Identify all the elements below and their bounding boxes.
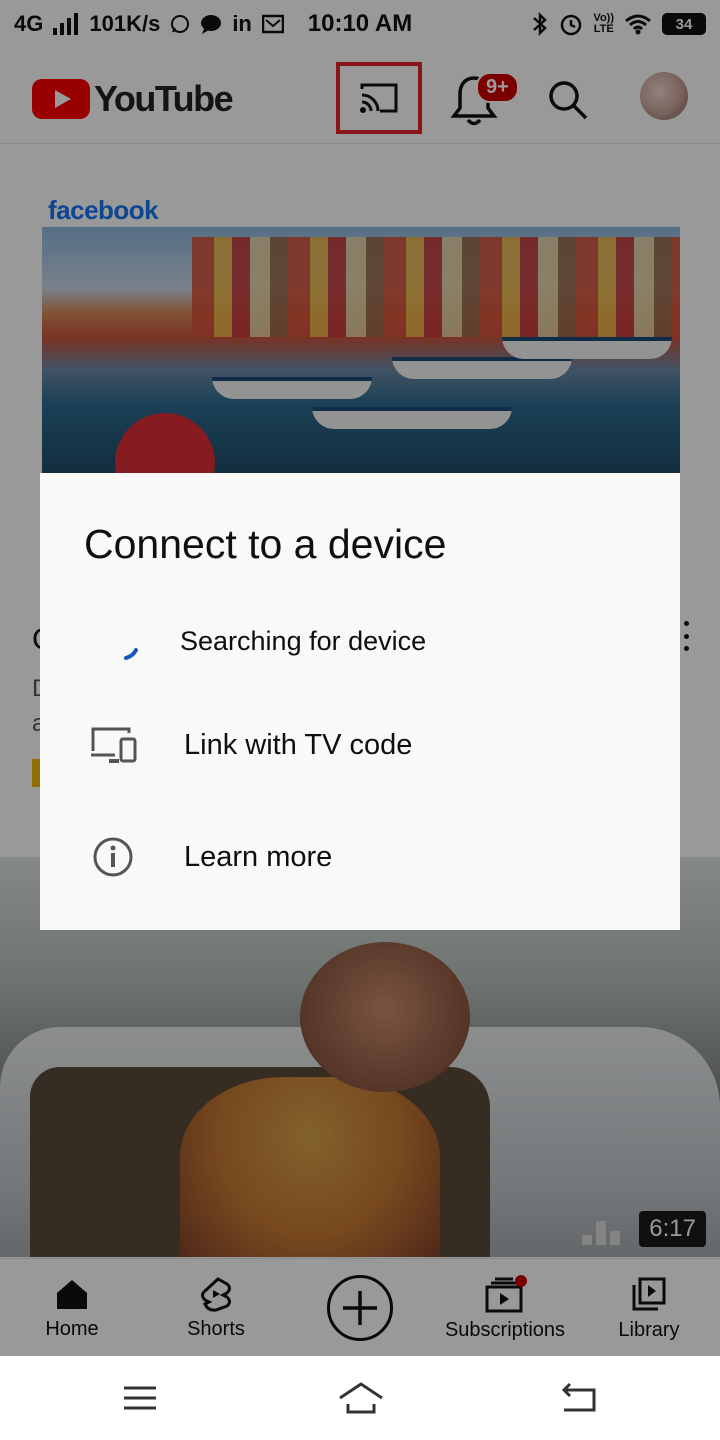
home-icon[interactable] [336,1378,386,1418]
searching-label: Searching for device [180,625,427,656]
connect-device-dialog: Connect to a device Searching for device… [40,473,680,930]
dialog-title: Connect to a device [84,521,447,567]
link-tv-code-label: Link with TV code [184,728,413,761]
learn-more-label: Learn more [184,840,333,873]
back-icon[interactable] [558,1378,598,1418]
searching-for-device-row: Searching for device [40,591,680,691]
system-navigation-bar [0,1356,720,1440]
info-icon [88,832,138,882]
tv-device-icon [88,720,138,770]
learn-more-row[interactable]: Learn more [40,807,680,907]
link-tv-code-row[interactable]: Link with TV code [40,695,680,795]
menu-icon[interactable] [120,1378,160,1418]
spinner-icon [100,616,150,666]
